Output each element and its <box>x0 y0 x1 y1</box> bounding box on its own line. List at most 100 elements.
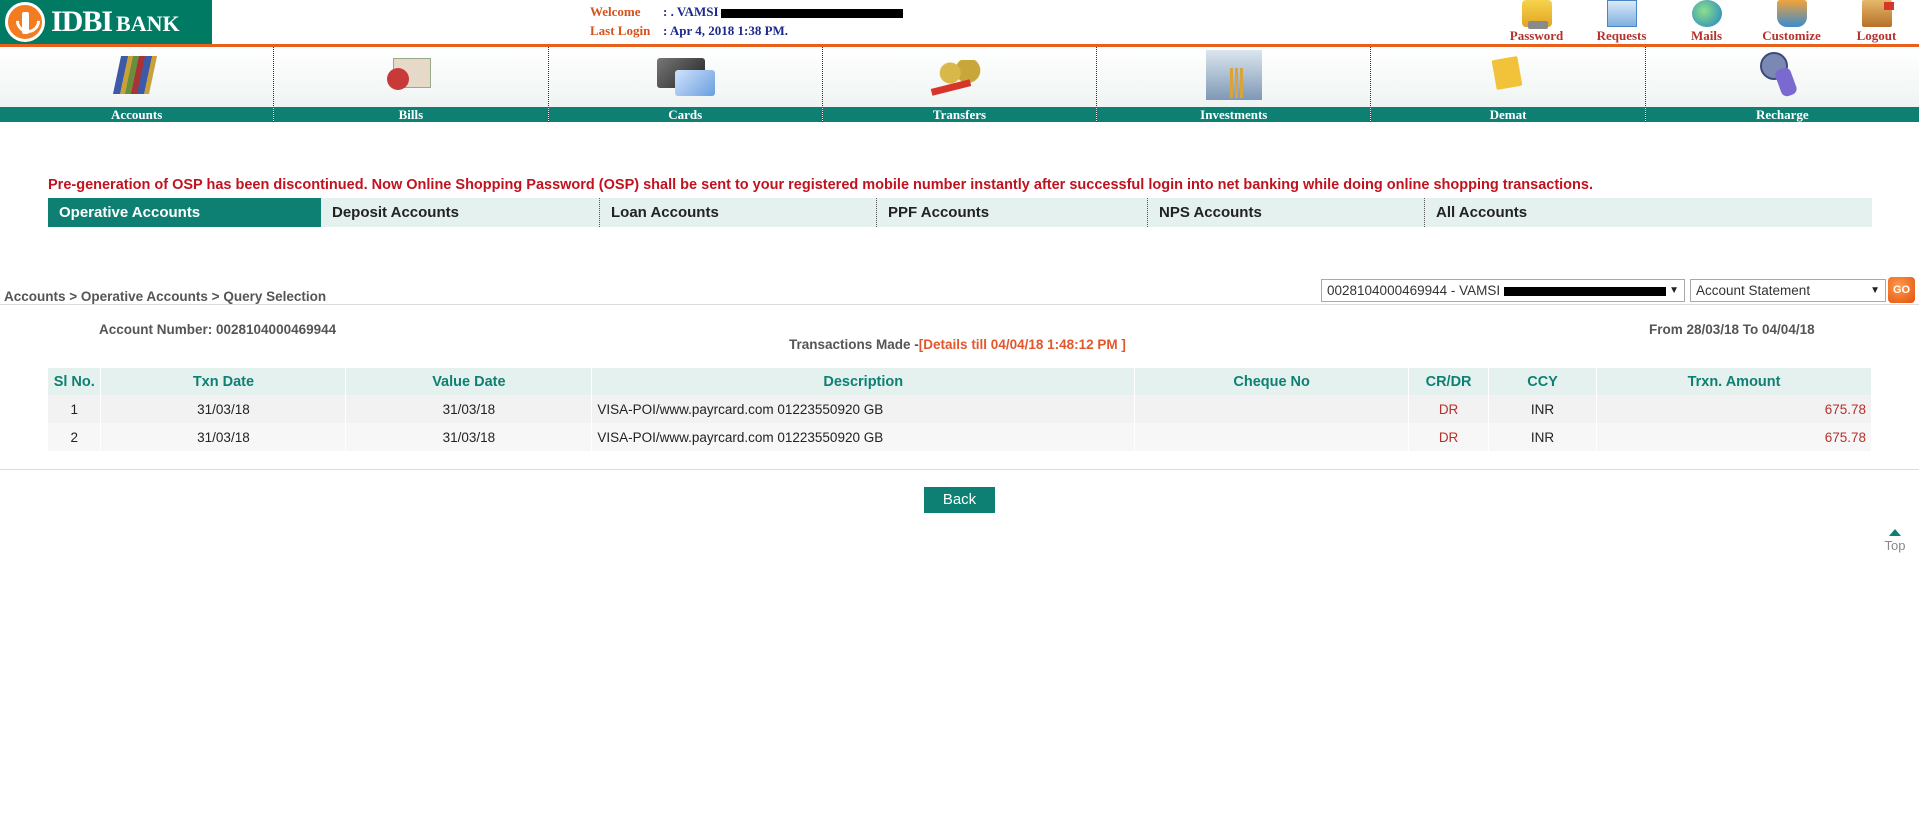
password-link[interactable]: Password <box>1494 0 1579 44</box>
transactions-made-line: Transactions Made -[Details till 04/04/1… <box>789 337 1126 352</box>
col-value-date: Value Date <box>345 368 593 395</box>
nav-bills[interactable]: Bills <box>274 47 549 122</box>
logo-brand-suffix: BANK <box>116 11 180 36</box>
dropdown-arrow-icon: ▼ <box>1669 285 1679 296</box>
tab-loan-accounts[interactable]: Loan Accounts <box>600 198 877 227</box>
cell-trxn-amount: 675.78 <box>1596 395 1872 423</box>
top-links: Password Requests Mails Customize Logout <box>1494 0 1919 44</box>
col-cheque-no: Cheque No <box>1134 368 1410 395</box>
account-select-value: 0028104000469944 - VAMSI <box>1327 283 1501 298</box>
account-number-line: Account Number: 0028104000469944 <box>99 322 337 337</box>
redacted-username <box>720 8 903 18</box>
cell-description: VISA-POI/www.payrcard.com 01223550920 GB <box>591 423 1136 451</box>
mobile-recharge-icon <box>1754 50 1810 100</box>
note-pencil-icon <box>1480 50 1536 100</box>
logout-link[interactable]: Logout <box>1834 0 1919 44</box>
mails-link-label: Mails <box>1690 28 1723 43</box>
nav-investments-label: Investments <box>1097 107 1371 122</box>
welcome-label: Welcome <box>590 4 641 19</box>
col-description: Description <box>591 368 1136 395</box>
redacted-account-name <box>1504 286 1667 296</box>
customize-link-label: Customize <box>1762 28 1821 43</box>
account-type-tabs: Operative Accounts Deposit Accounts Loan… <box>48 198 1872 227</box>
breadcrumb: Accounts > Operative Accounts > Query Se… <box>4 289 327 304</box>
account-select[interactable]: 0028104000469944 - VAMSI ▼ <box>1321 279 1685 302</box>
col-cr-dr: CR/DR <box>1408 368 1490 395</box>
nav-demat[interactable]: Demat <box>1371 47 1646 122</box>
breadcrumb-divider <box>0 304 1919 305</box>
table-divider <box>0 469 1919 470</box>
books-icon <box>109 50 165 100</box>
scroll-top-label: Top <box>1884 538 1906 553</box>
transactions-made-label: Transactions Made - <box>789 337 919 352</box>
back-button[interactable]: Back <box>924 487 995 513</box>
cell-cheque-no <box>1134 423 1410 451</box>
tab-operative-accounts[interactable]: Operative Accounts <box>48 198 321 227</box>
tab-ppf-accounts[interactable]: PPF Accounts <box>877 198 1148 227</box>
idbi-bank-logo[interactable]: IDBI BANK <box>0 0 212 44</box>
cell-sl-no: 2 <box>48 423 102 451</box>
welcome-user: : . VAMSI <box>663 4 719 19</box>
cell-txn-date: 31/03/18 <box>100 423 347 451</box>
cell-txn-date: 31/03/18 <box>100 395 347 423</box>
table-row: 2 31/03/18 31/03/18 VISA-POI/www.payrcar… <box>48 423 1872 451</box>
cell-value-date: 31/03/18 <box>345 395 593 423</box>
col-txn-date: Txn Date <box>100 368 347 395</box>
go-button[interactable]: GO <box>1888 277 1915 303</box>
tab-all-accounts[interactable]: All Accounts <box>1425 198 1872 227</box>
document-icon <box>1606 0 1637 27</box>
welcome-block: Welcome: . VAMSI Last Login: Apr 4, 2018… <box>590 2 903 40</box>
cell-cr-dr: DR <box>1408 395 1490 423</box>
nav-transfers-label: Transfers <box>822 107 1097 122</box>
logo-brand: IDBI <box>51 5 113 38</box>
door-exit-icon <box>1861 0 1894 27</box>
transactions-details-timestamp: [Details till 04/04/18 1:48:12 PM ] <box>918 337 1126 352</box>
idbi-logo-mark-icon <box>5 2 45 42</box>
query-type-select-value: Account Statement <box>1696 283 1811 298</box>
osp-notice: Pre-generation of OSP has been discontin… <box>48 177 1593 193</box>
main-navigation: Accounts Bills Cards Transfers Investmen… <box>0 47 1919 122</box>
cell-sl-no: 1 <box>48 395 102 423</box>
cell-ccy: INR <box>1488 395 1598 423</box>
cell-description: VISA-POI/www.payrcard.com 01223550920 GB <box>591 395 1136 423</box>
nav-accounts[interactable]: Accounts <box>0 47 275 122</box>
cell-cr-dr: DR <box>1408 423 1490 451</box>
cell-value-date: 31/03/18 <box>345 423 593 451</box>
transactions-table: Sl No. Txn Date Value Date Description C… <box>48 368 1872 451</box>
query-type-select[interactable]: Account Statement ▼ <box>1690 279 1886 302</box>
nav-cards-label: Cards <box>548 107 822 122</box>
nav-recharge-label: Recharge <box>1645 107 1919 122</box>
credit-card-icon <box>657 50 716 100</box>
col-sl-no: Sl No. <box>48 368 102 395</box>
key-pad-icon <box>1521 0 1552 29</box>
toolbox-icon <box>1776 0 1807 27</box>
cell-ccy: INR <box>1488 423 1598 451</box>
password-link-label: Password <box>1509 28 1564 43</box>
tab-deposit-accounts[interactable]: Deposit Accounts <box>321 198 600 227</box>
coins-transfer-icon <box>931 50 987 100</box>
requests-link[interactable]: Requests <box>1579 0 1664 44</box>
customize-link[interactable]: Customize <box>1749 0 1834 44</box>
nav-transfers[interactable]: Transfers <box>822 47 1098 122</box>
nav-demat-label: Demat <box>1371 107 1645 122</box>
scroll-top-link[interactable]: Top <box>1880 529 1910 553</box>
mails-link[interactable]: Mails <box>1664 0 1749 44</box>
tab-nps-accounts[interactable]: NPS Accounts <box>1148 198 1425 227</box>
globe-mail-icon <box>1691 0 1722 27</box>
table-header-row: Sl No. Txn Date Value Date Description C… <box>48 368 1872 395</box>
cell-cheque-no <box>1134 395 1410 423</box>
nav-recharge[interactable]: Recharge <box>1645 47 1919 122</box>
bill-stamp-icon <box>383 50 439 100</box>
page-header: IDBI BANK Welcome: . VAMSI Last Login: Ap… <box>0 0 1919 47</box>
cell-trxn-amount: 675.78 <box>1596 423 1872 451</box>
nav-bills-label: Bills <box>274 107 548 122</box>
nav-investments[interactable]: Investments <box>1097 47 1372 122</box>
logout-link-label: Logout <box>1856 28 1897 43</box>
nav-cards[interactable]: Cards <box>548 47 823 122</box>
up-arrow-icon <box>1889 529 1901 536</box>
table-row: 1 31/03/18 31/03/18 VISA-POI/www.payrcar… <box>48 395 1872 423</box>
statement-period: From 28/03/18 To 04/04/18 <box>1649 322 1815 337</box>
col-trxn-amount: Trxn. Amount <box>1596 368 1872 395</box>
last-login-value: : Apr 4, 2018 1:38 PM. <box>663 23 789 38</box>
nav-accounts-label: Accounts <box>0 107 274 122</box>
